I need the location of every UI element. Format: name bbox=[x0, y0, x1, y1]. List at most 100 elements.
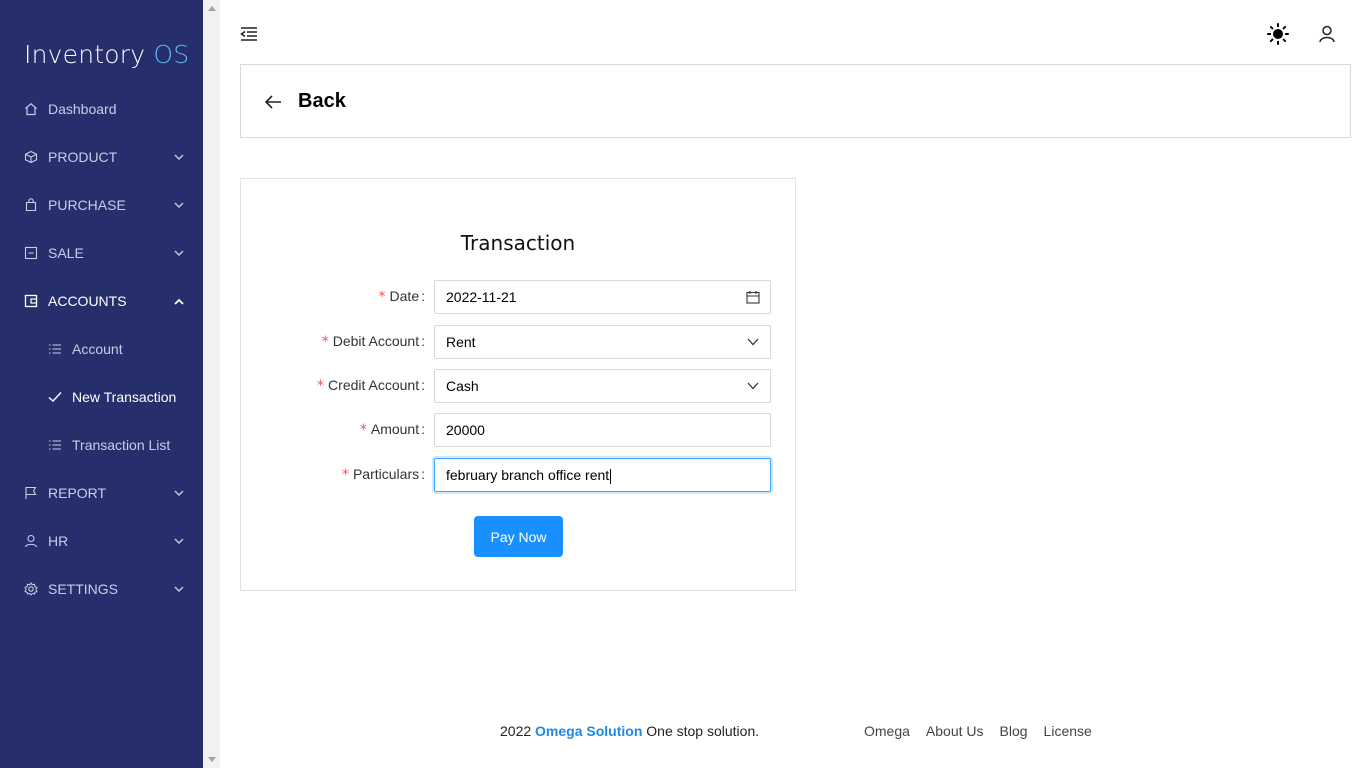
footer-copyright: 2022 Omega Solution One stop solution. bbox=[500, 723, 759, 739]
brand-name: Inventory bbox=[24, 40, 146, 69]
user-icon[interactable] bbox=[1318, 25, 1336, 43]
particulars-label: * Particulars: bbox=[341, 466, 425, 483]
menu-fold-icon[interactable] bbox=[240, 26, 258, 42]
amount-value: 20000 bbox=[446, 422, 485, 438]
sidebar-item-hr[interactable]: HR bbox=[0, 517, 203, 565]
chevron-down-icon bbox=[173, 247, 185, 259]
sidebar-item-label: Account bbox=[72, 341, 123, 357]
shopping-bag-icon bbox=[24, 198, 38, 212]
credit-account-value: Cash bbox=[446, 378, 479, 394]
amount-input[interactable]: 20000 bbox=[434, 413, 771, 447]
sidebar-item-new-transaction[interactable]: New Transaction bbox=[0, 373, 203, 421]
sidebar-scrollbar[interactable] bbox=[203, 0, 220, 768]
cube-icon bbox=[24, 150, 38, 164]
date-picker[interactable]: 2022-11-21 bbox=[434, 280, 771, 314]
date-label: * Date: bbox=[378, 288, 425, 305]
sidebar-item-label: PRODUCT bbox=[48, 149, 118, 165]
scroll-down-icon[interactable] bbox=[203, 751, 220, 768]
text-cursor bbox=[610, 468, 612, 484]
date-value: 2022-11-21 bbox=[446, 289, 517, 305]
label-text: Credit Account bbox=[328, 377, 420, 393]
form-title: Transaction bbox=[460, 231, 576, 255]
credit-account-label: * Credit Account: bbox=[317, 377, 425, 394]
gear-icon bbox=[24, 582, 38, 596]
sidebar-item-label: PURCHASE bbox=[48, 197, 126, 213]
list-icon bbox=[48, 438, 62, 452]
footer-tagline: One stop solution. bbox=[646, 723, 760, 739]
footer-links: Omega About Us Blog License bbox=[864, 723, 1092, 739]
label-text: Debit Account bbox=[332, 333, 420, 349]
check-icon bbox=[48, 390, 62, 404]
transaction-card: Transaction * Date: 2022-11-21 * Debit Acc… bbox=[240, 178, 796, 591]
minus-square-icon bbox=[24, 246, 38, 260]
user-icon bbox=[24, 534, 38, 548]
particulars-value-wrap: february branch office rent bbox=[446, 467, 612, 484]
sidebar-item-label: SALE bbox=[48, 245, 84, 261]
arrow-left-icon[interactable] bbox=[264, 93, 282, 111]
footer-link-blog[interactable]: Blog bbox=[1000, 723, 1028, 739]
footer-link-license[interactable]: License bbox=[1044, 723, 1092, 739]
credit-account-row: * Credit Account: Cash bbox=[241, 369, 795, 403]
chevron-down-icon bbox=[746, 335, 760, 349]
flag-icon bbox=[24, 486, 38, 500]
sidebar-item-sale[interactable]: SALE bbox=[0, 229, 203, 277]
sidebar-item-accounts[interactable]: ACCOUNTS bbox=[0, 277, 203, 325]
particulars-input[interactable]: february branch office rent bbox=[434, 458, 771, 492]
label-text: Date bbox=[389, 288, 420, 304]
sidebar-item-purchase[interactable]: PURCHASE bbox=[0, 181, 203, 229]
footer-link-omega[interactable]: Omega bbox=[864, 723, 910, 739]
chevron-down-icon bbox=[173, 151, 185, 163]
particulars-value: february branch office rent bbox=[446, 467, 610, 483]
debit-account-value: Rent bbox=[446, 334, 476, 350]
sidebar-item-label: Transaction List bbox=[72, 437, 171, 453]
required-mark: * bbox=[321, 334, 329, 350]
sidebar: Inventory OS Dashboard PRODUCT PURCHASE … bbox=[0, 0, 203, 768]
sidebar-item-label: HR bbox=[48, 533, 69, 549]
home-icon bbox=[24, 102, 38, 116]
required-mark: * bbox=[341, 467, 349, 483]
debit-account-row: * Debit Account: Rent bbox=[241, 325, 795, 359]
sidebar-item-report[interactable]: REPORT bbox=[0, 469, 203, 517]
chevron-up-icon bbox=[173, 295, 185, 307]
sidebar-item-label: New Transaction bbox=[72, 389, 177, 405]
sidebar-menu: Dashboard PRODUCT PURCHASE SALE ACCOUNTS… bbox=[0, 85, 203, 613]
sidebar-item-label: SETTINGS bbox=[48, 581, 119, 597]
page-header: Back bbox=[240, 64, 1351, 138]
credit-account-select[interactable]: Cash bbox=[434, 369, 771, 403]
sidebar-item-product[interactable]: PRODUCT bbox=[0, 133, 203, 181]
pay-now-button[interactable]: Pay Now bbox=[474, 516, 563, 557]
top-bar bbox=[220, 0, 1366, 64]
chevron-down-icon bbox=[173, 583, 185, 595]
brand-logo[interactable]: Inventory OS bbox=[24, 40, 189, 69]
footer-link-about-us[interactable]: About Us bbox=[926, 723, 984, 739]
back-button[interactable]: Back bbox=[298, 90, 346, 113]
footer-year: 2022 bbox=[500, 723, 532, 739]
date-row: * Date: 2022-11-21 bbox=[241, 280, 795, 314]
amount-label: * Amount: bbox=[359, 421, 425, 438]
label-text: Particulars bbox=[352, 466, 420, 482]
required-mark: * bbox=[317, 378, 325, 394]
footer-company-link[interactable]: Omega Solution bbox=[535, 723, 642, 739]
chevron-down-icon bbox=[173, 487, 185, 499]
required-mark: * bbox=[378, 289, 386, 305]
list-icon bbox=[48, 342, 62, 356]
particulars-row: * Particulars: february branch office ren… bbox=[241, 458, 795, 492]
sidebar-item-transaction-list[interactable]: Transaction List bbox=[0, 421, 203, 469]
sidebar-item-label: Dashboard bbox=[48, 101, 117, 117]
sidebar-item-label: REPORT bbox=[48, 485, 107, 501]
sun-icon[interactable] bbox=[1267, 23, 1289, 45]
sidebar-item-dashboard[interactable]: Dashboard bbox=[0, 85, 203, 133]
brand-accent: OS bbox=[153, 40, 190, 69]
chevron-down-icon bbox=[173, 199, 185, 211]
chevron-down-icon bbox=[173, 535, 185, 547]
chevron-down-icon bbox=[746, 379, 760, 393]
debit-account-label: * Debit Account: bbox=[321, 333, 425, 350]
sidebar-item-account[interactable]: Account bbox=[0, 325, 203, 373]
required-mark: * bbox=[359, 422, 367, 438]
calendar-icon[interactable] bbox=[746, 290, 760, 304]
sidebar-item-settings[interactable]: SETTINGS bbox=[0, 565, 203, 613]
scroll-up-icon[interactable] bbox=[203, 0, 220, 17]
label-text: Amount bbox=[370, 421, 420, 437]
debit-account-select[interactable]: Rent bbox=[434, 325, 771, 359]
sidebar-item-label: ACCOUNTS bbox=[48, 293, 127, 309]
